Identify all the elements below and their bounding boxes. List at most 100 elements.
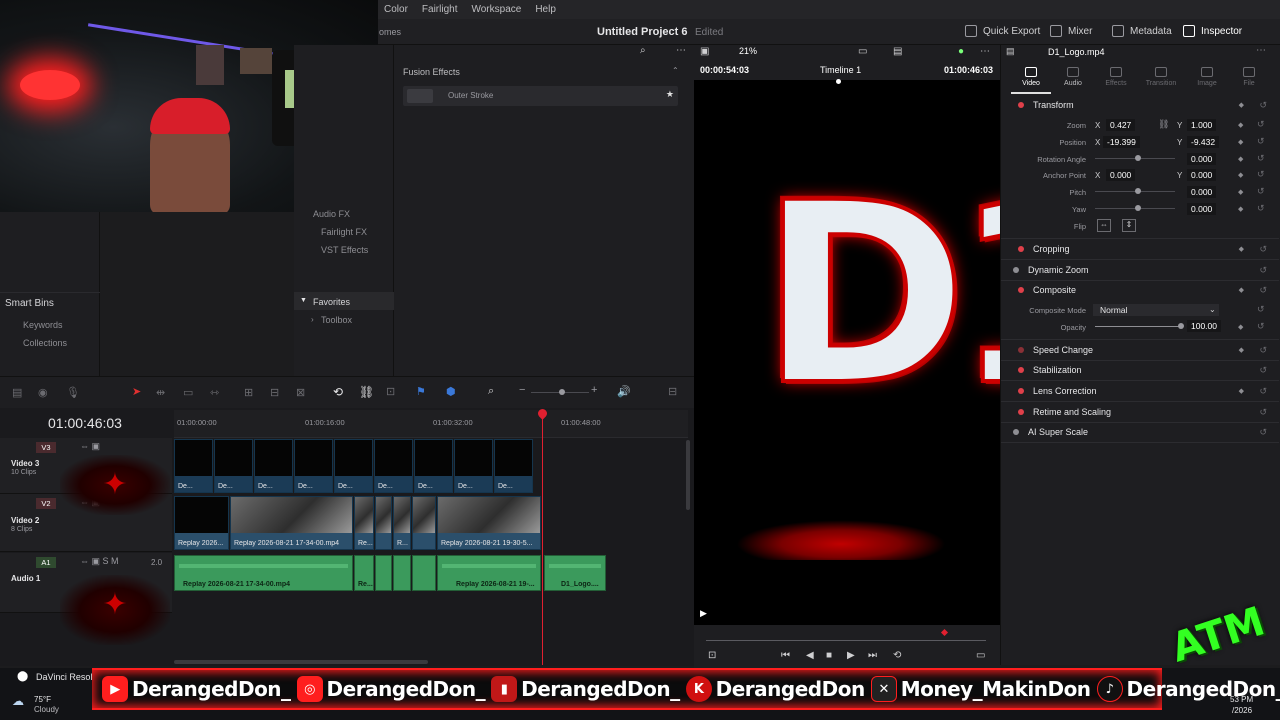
timeline-clip[interactable] — [412, 496, 436, 550]
reset-icon[interactable]: ↺ — [1257, 304, 1265, 315]
keyframe-icon[interactable]: ◆ — [1239, 286, 1244, 294]
vertical-scrollbar[interactable] — [686, 440, 690, 510]
keyframe-icon[interactable]: ◆ — [1238, 121, 1243, 129]
viewer-zoom-level[interactable]: 21% — [739, 46, 757, 56]
effect-item-outer-stroke[interactable]: Outer Stroke ★ — [403, 86, 678, 106]
more-options-icon[interactable]: ⋯ — [980, 46, 990, 57]
audio-clip[interactable]: D1_Logo.... — [544, 555, 606, 591]
layout-icon[interactable]: ▤ — [12, 386, 22, 399]
enable-dot[interactable] — [1018, 102, 1024, 108]
audio-clip[interactable]: Re... — [354, 555, 374, 591]
search-icon[interactable]: ⌕ — [640, 45, 646, 56]
viewer-mode-icon[interactable]: ▭ — [858, 46, 867, 57]
menu-fairlight[interactable]: Fairlight — [422, 4, 458, 15]
zoom-in-icon[interactable]: + — [591, 384, 597, 396]
audio-clip[interactable] — [375, 555, 392, 591]
reset-icon[interactable]: ↺ — [1259, 345, 1267, 356]
section-lens-correction[interactable]: Lens Correction ◆ ↺ — [1001, 381, 1279, 401]
timeline-clip[interactable]: Re... — [354, 496, 374, 550]
weather-description[interactable]: Cloudy — [34, 705, 59, 714]
rotation-field[interactable]: 0.000 — [1187, 153, 1217, 165]
slider-knob[interactable] — [1135, 155, 1141, 161]
tab-video[interactable]: Video — [1011, 67, 1051, 87]
stop-icon[interactable]: ■ — [826, 650, 832, 661]
reset-icon[interactable]: ↺ — [1259, 265, 1267, 276]
enable-dot[interactable] — [1018, 287, 1024, 293]
slider-knob[interactable] — [1178, 323, 1184, 329]
section-retime-scaling[interactable]: Retime and Scaling ↺ — [1001, 402, 1279, 422]
enable-dot[interactable] — [1018, 409, 1024, 415]
timeline-playhead[interactable] — [542, 410, 543, 665]
menu-color[interactable]: Color — [384, 4, 408, 15]
forward-play-icon[interactable]: ▶ — [847, 650, 855, 661]
replace-icon[interactable]: ⊠ — [296, 386, 305, 399]
reset-icon[interactable]: ↺ — [1259, 285, 1267, 296]
clock-date[interactable]: /2026 — [1232, 706, 1252, 715]
timeline-clip[interactable]: Replay 2026-08-21 19-30-5... — [437, 496, 541, 550]
viewer-scrub-bar[interactable] — [706, 640, 986, 641]
snapping-icon[interactable]: ⟲ — [333, 385, 343, 399]
quick-export-button[interactable]: Quick Export — [965, 25, 1040, 37]
enable-dot[interactable] — [1013, 267, 1019, 273]
weather-temperature[interactable]: 75°F — [34, 695, 51, 704]
color-icon[interactable]: ● — [958, 46, 964, 57]
reset-icon[interactable]: ↺ — [1259, 100, 1267, 111]
opacity-field[interactable]: 100.00 — [1187, 320, 1221, 332]
timeline-clip[interactable]: Replay 2026-08-21 17-34-00.mp4 — [230, 496, 353, 550]
audio-clip[interactable] — [393, 555, 411, 591]
insert-icon[interactable]: ⊞ — [244, 386, 253, 399]
skip-forward-icon[interactable]: ⏭ — [868, 650, 877, 661]
link-icon[interactable]: ⛓ — [359, 385, 374, 399]
composite-mode-select[interactable]: Normal — [1093, 304, 1219, 316]
audio-clip[interactable]: Replay 2026-08-21 19-... — [437, 555, 541, 591]
flip-horizontal-icon[interactable]: ⇔ — [1097, 219, 1111, 232]
keyframe-icon[interactable]: ◆ — [1238, 323, 1243, 331]
bin-collections[interactable]: Collections — [23, 338, 67, 348]
pitch-field[interactable]: 0.000 — [1187, 186, 1217, 198]
slider-knob[interactable] — [1135, 205, 1141, 211]
zoom-search-icon[interactable]: ⌕ — [488, 385, 494, 398]
blade-icon[interactable]: ⇿ — [210, 386, 219, 399]
reset-icon[interactable]: ↺ — [1259, 244, 1267, 255]
timeline-clip[interactable]: R... — [393, 496, 411, 550]
more-options-icon[interactable]: ⋯ — [1256, 45, 1266, 56]
volume-icon[interactable]: 🔊 — [617, 385, 631, 398]
timeline-ruler[interactable] — [174, 410, 688, 438]
tab-audio[interactable]: Audio — [1053, 67, 1093, 87]
enable-dot[interactable] — [1018, 246, 1024, 252]
opacity-slider[interactable] — [1095, 326, 1183, 327]
timeline-clip[interactable]: De... — [374, 439, 413, 493]
keyframe-icon[interactable]: ◆ — [1239, 387, 1244, 395]
flip-vertical-icon[interactable]: ⇕ — [1122, 219, 1136, 232]
anchor-x-field[interactable]: 0.000 — [1106, 169, 1136, 181]
anchor-y-field[interactable]: 0.000 — [1187, 169, 1217, 181]
timeline-clip[interactable]: De... — [334, 439, 373, 493]
trim-icon[interactable]: ⇹ — [156, 386, 165, 399]
fullscreen-icon[interactable]: ▭ — [976, 650, 985, 661]
view-icon[interactable]: ◉ — [38, 386, 48, 399]
position-y-field[interactable]: -9.432 — [1187, 136, 1220, 148]
reset-icon[interactable]: ↺ — [1259, 407, 1267, 418]
transform-overlay-icon[interactable]: ▤ — [893, 46, 902, 57]
reset-icon[interactable]: ↺ — [1257, 186, 1265, 197]
section-ai-super-scale[interactable]: AI Super Scale ↺ — [1001, 422, 1279, 442]
keyframe-icon[interactable]: ◆ — [1238, 205, 1243, 213]
reset-icon[interactable]: ↺ — [1257, 169, 1265, 180]
fusion-effects-header[interactable]: Fusion Effects — [403, 67, 460, 77]
section-dynamic-zoom[interactable]: Dynamic Zoom ↺ — [1001, 260, 1279, 280]
menu-workspace[interactable]: Workspace — [471, 4, 521, 15]
reset-icon[interactable]: ↺ — [1257, 203, 1265, 214]
timeline-clip[interactable]: De... — [214, 439, 253, 493]
tab-transition[interactable]: Transition — [1141, 67, 1181, 87]
overwrite-icon[interactable]: ⊟ — [270, 386, 279, 399]
keyframe-icon[interactable]: ◆ — [1238, 155, 1243, 163]
horizontal-scrollbar[interactable] — [174, 660, 428, 664]
timeline-clip[interactable]: De... — [494, 439, 533, 493]
enable-dot[interactable] — [1018, 367, 1024, 373]
skip-back-icon[interactable]: ⏮ — [781, 650, 790, 661]
link-icon[interactable]: ⛓ — [1158, 119, 1169, 130]
timeline-clip[interactable]: De... — [294, 439, 333, 493]
reset-icon[interactable]: ↺ — [1257, 136, 1265, 147]
slider-knob[interactable] — [1135, 188, 1141, 194]
track-controls-icon[interactable]: ⇔ ▣ S M — [80, 556, 119, 567]
